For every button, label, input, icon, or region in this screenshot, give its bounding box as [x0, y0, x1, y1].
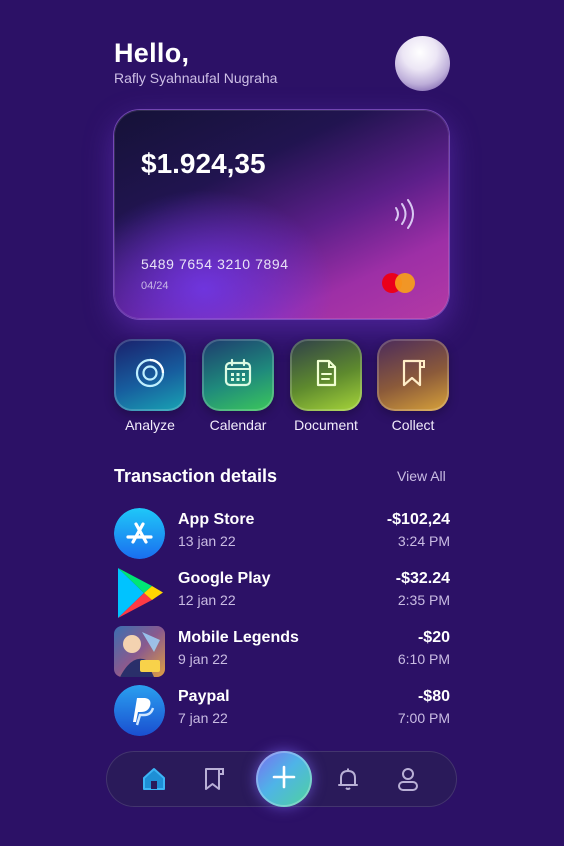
analyze-label: Analyze: [125, 417, 175, 433]
transaction-date: 7 jan 22: [178, 710, 228, 726]
transaction-time: 7:00 PM: [397, 710, 450, 726]
calendar-icon: [221, 356, 255, 395]
view-all-link[interactable]: View All: [397, 468, 446, 484]
google-play-icon: [114, 567, 165, 618]
collect-label: Collect: [391, 417, 435, 433]
mobile-legends-icon: [114, 626, 165, 677]
bell-icon[interactable]: [334, 765, 362, 793]
analyze-button[interactable]: [114, 339, 186, 411]
plus-icon: [271, 764, 297, 795]
transactions-title: Transaction details: [114, 466, 278, 486]
analyze-icon: [133, 356, 167, 395]
user-icon[interactable]: [394, 765, 422, 793]
credit-card[interactable]: $1.924,35 5489 7654 3210 7894 04/24: [114, 110, 449, 319]
user-name: Rafly Syahnaufal Nugraha: [114, 70, 278, 86]
transaction-date: 9 jan 22: [178, 651, 228, 667]
app-store-icon: [114, 508, 165, 559]
transaction-name: Google Play: [178, 570, 271, 587]
card-balance: $1.924,35: [141, 148, 266, 179]
transaction-amount: -$80: [417, 688, 450, 705]
document-label: Document: [294, 417, 358, 433]
calendar-label: Calendar: [209, 417, 267, 433]
contactless-icon: [392, 196, 418, 237]
transaction-date: 13 jan 22: [178, 533, 236, 549]
document-button[interactable]: [290, 339, 362, 411]
transaction-name: Paypal: [178, 688, 230, 705]
transaction-row[interactable]: Google Play 12 jan 22 -$32.24 2:35 PM: [114, 567, 450, 619]
transaction-name: App Store: [178, 511, 255, 528]
document-icon: [309, 356, 343, 395]
transaction-time: 3:24 PM: [397, 533, 450, 549]
bookmark-icon[interactable]: [200, 765, 228, 793]
card-expiry: 04/24: [141, 280, 169, 292]
transaction-name: Mobile Legends: [178, 629, 299, 646]
transaction-row[interactable]: Mobile Legends 9 jan 22 -$20 6:10 PM: [114, 626, 450, 678]
transaction-amount: -$20: [417, 629, 450, 646]
bottom-nav: [106, 751, 457, 807]
card-number: 5489 7654 3210 7894: [141, 256, 289, 272]
greeting: Hello,: [114, 38, 190, 68]
transaction-row[interactable]: App Store 13 jan 22 -$102,24 3:24 PM: [114, 508, 450, 560]
collect-icon: [396, 356, 430, 395]
calendar-button[interactable]: [202, 339, 274, 411]
collect-button[interactable]: [377, 339, 449, 411]
transaction-amount: -$32.24: [395, 570, 450, 587]
add-button[interactable]: [256, 751, 312, 807]
paypal-icon: [114, 685, 165, 736]
avatar[interactable]: [395, 36, 450, 91]
transaction-date: 12 jan 22: [178, 592, 236, 608]
transaction-time: 2:35 PM: [397, 592, 450, 608]
mastercard-icon: [382, 273, 418, 293]
transaction-amount: -$102,24: [386, 511, 450, 528]
transaction-row[interactable]: Paypal 7 jan 22 -$80 7:00 PM: [114, 685, 450, 737]
transaction-time: 6:10 PM: [397, 651, 450, 667]
home-icon[interactable]: [140, 765, 168, 793]
